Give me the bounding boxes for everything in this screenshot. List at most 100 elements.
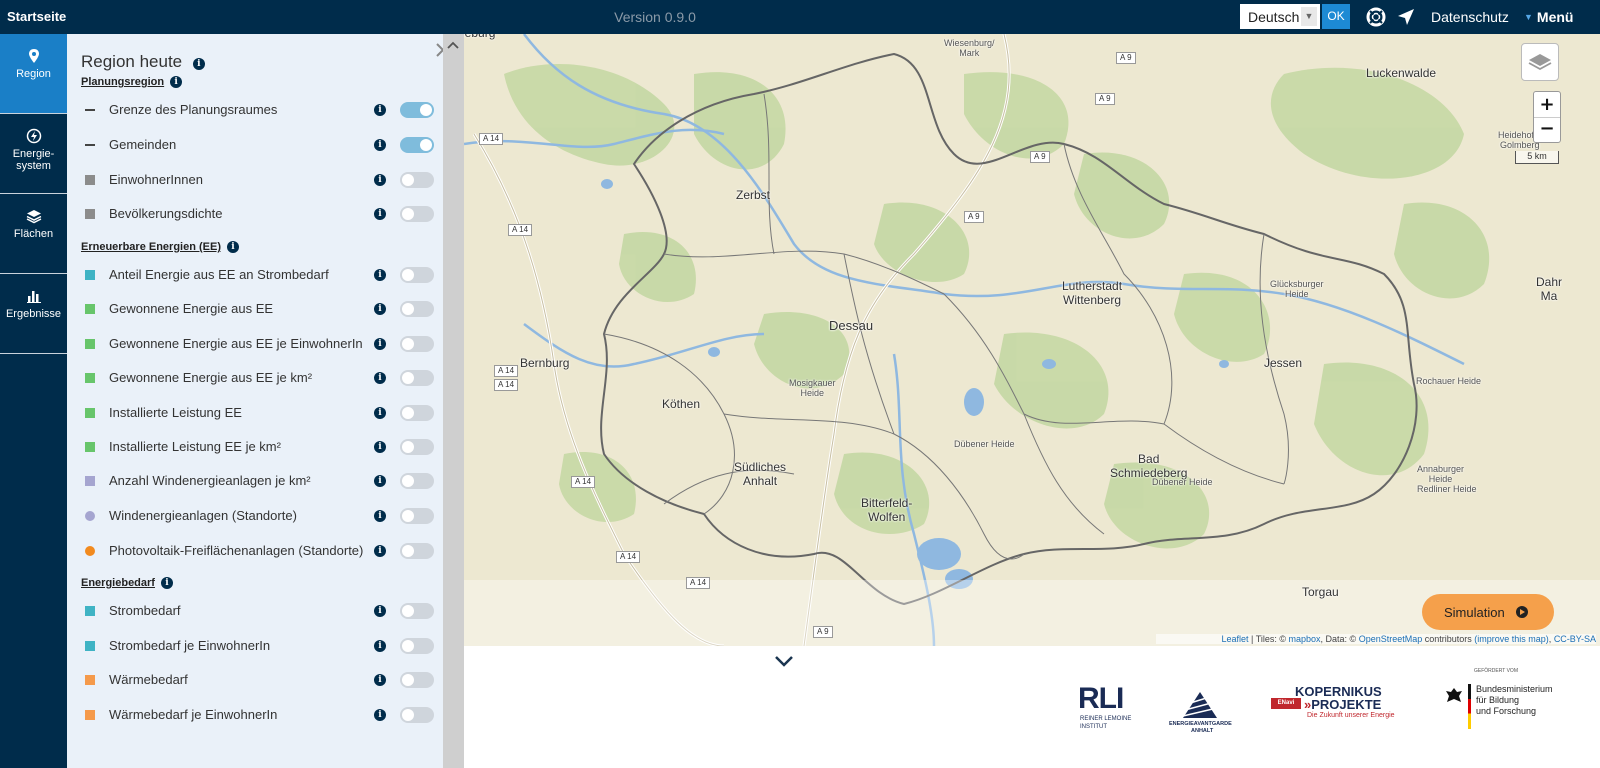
- map-place-label: Bernburg: [520, 356, 570, 370]
- line-legend-icon: [85, 109, 95, 111]
- zoom-in-button[interactable]: +: [1534, 92, 1560, 117]
- privacy-link[interactable]: Datenschutz: [1431, 9, 1509, 25]
- layer-toggle[interactable]: [400, 301, 434, 317]
- section-title: Erneuerbare Energien (EE): [81, 241, 221, 253]
- layer-toggle[interactable]: [400, 336, 434, 352]
- info-icon[interactable]: i: [227, 241, 239, 253]
- nav-item-flaechen[interactable]: Flächen: [0, 194, 67, 274]
- layer-row: Gewonnene Energie aus EE je EinwohnerIn i: [81, 334, 441, 354]
- road-shield: A 9: [1095, 93, 1115, 105]
- nav-item-region[interactable]: Region: [0, 34, 67, 114]
- info-icon[interactable]: i: [374, 640, 386, 652]
- road-shield: A 14: [508, 224, 533, 236]
- layer-toggle[interactable]: [400, 137, 434, 153]
- info-icon[interactable]: i: [374, 139, 386, 151]
- kopernikus-sub: »PROJEKTE: [1304, 697, 1382, 712]
- map-pin-icon: [28, 49, 39, 63]
- bar-chart-icon: [26, 291, 41, 303]
- layer-row: Bevölkerungsdichte i: [81, 204, 441, 224]
- toggle-knob: [402, 545, 414, 557]
- map-place-label: Zerbst: [736, 188, 771, 202]
- info-icon[interactable]: i: [374, 605, 386, 617]
- square-legend-icon: [85, 175, 95, 185]
- info-icon[interactable]: i: [374, 269, 386, 281]
- improve-map-link[interactable]: (improve this map): [1474, 634, 1549, 644]
- osm-link[interactable]: OpenStreetMap: [1359, 634, 1423, 644]
- nav-item-energiesystem[interactable]: Energie- system: [0, 114, 67, 194]
- map-place-label: Südliches Anhalt: [734, 460, 787, 488]
- layer-row: Installierte Leistung EE je km² i: [81, 437, 441, 457]
- simulation-label: Simulation: [1444, 605, 1505, 620]
- info-icon[interactable]: i: [170, 76, 183, 88]
- leaflet-link[interactable]: Leaflet: [1221, 634, 1248, 644]
- section-heading: Erneuerbare Energien (EE) i: [81, 241, 239, 253]
- info-icon[interactable]: i: [160, 577, 173, 589]
- info-icon[interactable]: i: [374, 475, 386, 487]
- layer-toggle[interactable]: [400, 172, 434, 188]
- toggle-knob: [402, 475, 414, 487]
- info-icon[interactable]: i: [374, 338, 386, 350]
- location-arrow-icon[interactable]: [1395, 6, 1417, 28]
- nav-item-ergebnisse[interactable]: Ergebnisse: [0, 274, 67, 354]
- panel-title-text: Region heute: [81, 52, 183, 71]
- lifebuoy-icon[interactable]: [1365, 6, 1387, 28]
- bmbf-logo[interactable]: GEFÖRDERT VOM Bundesministerium für Bild…: [1444, 668, 1564, 740]
- layer-toggle[interactable]: [400, 508, 434, 524]
- language-ok-button[interactable]: OK: [1322, 4, 1350, 29]
- energieavantgarde-logo[interactable]: ENERGIEAVANTGARDE ANHALT: [1169, 690, 1232, 736]
- info-icon[interactable]: i: [374, 407, 386, 419]
- map-place-label: Wiesenburg/ Mark: [944, 38, 995, 58]
- layer-row: Gewonnene Energie aus EE je km² i: [81, 368, 441, 388]
- info-icon[interactable]: i: [374, 709, 386, 721]
- layer-toggle[interactable]: [400, 439, 434, 455]
- layer-toggle[interactable]: [400, 405, 434, 421]
- main-menu-button[interactable]: ▼ Menü: [1524, 9, 1573, 25]
- mapbox-link[interactable]: mapbox: [1289, 634, 1321, 644]
- kopernikus-logo[interactable]: KOPERNIKUS ENavi »PROJEKTE Die Zukunft u…: [1270, 684, 1395, 724]
- language-select[interactable]: Deutsch ▼: [1240, 4, 1320, 29]
- attribution-text: contributors: [1422, 634, 1475, 644]
- road-shield: A 9: [1030, 151, 1050, 163]
- license-link[interactable]: CC-BY-SA: [1554, 634, 1596, 644]
- map-place-label: Rochauer Heide: [1416, 376, 1482, 386]
- info-icon[interactable]: i: [374, 510, 386, 522]
- layer-toggle[interactable]: [400, 102, 434, 118]
- square-legend-icon: [85, 304, 95, 314]
- zoom-control: + −: [1533, 91, 1561, 143]
- layer-toggle[interactable]: [400, 206, 434, 222]
- section-title: Planungsregion: [81, 76, 165, 88]
- layer-toggle[interactable]: [400, 543, 434, 559]
- simulation-button[interactable]: Simulation: [1422, 594, 1554, 630]
- map-place-label: Mosigkauer Heide: [789, 378, 836, 398]
- layer-toggle[interactable]: [400, 267, 434, 283]
- toggle-knob: [402, 303, 414, 315]
- layer-toggle[interactable]: [400, 370, 434, 386]
- nav-label: Region: [16, 68, 51, 80]
- panel-scrollbar[interactable]: [443, 34, 464, 768]
- layer-row: Windenergieanlagen (Standorte) i: [81, 506, 441, 526]
- info-icon[interactable]: i: [374, 674, 386, 686]
- info-icon[interactable]: i: [374, 174, 386, 186]
- layer-toggle[interactable]: [400, 707, 434, 723]
- layer-toggle[interactable]: [400, 603, 434, 619]
- zoom-out-button[interactable]: −: [1534, 117, 1560, 142]
- info-icon[interactable]: i: [374, 104, 386, 116]
- layer-toggle[interactable]: [400, 638, 434, 654]
- chevron-up-icon[interactable]: [446, 40, 460, 50]
- map-view[interactable]: Zerbst Dessau Lutherstadt Wittenberg Bernbu…: [464, 34, 1600, 646]
- map-place-label: Dübener Heide: [954, 439, 1015, 449]
- home-link[interactable]: Startseite: [7, 9, 66, 24]
- layer-label: Wärmebedarf: [109, 672, 188, 687]
- rli-logo[interactable]: RLI REINER LEMOINE INSTITUT: [1078, 682, 1148, 736]
- layer-toggle[interactable]: [400, 672, 434, 688]
- info-icon[interactable]: i: [374, 303, 386, 315]
- info-icon[interactable]: i: [374, 208, 386, 220]
- info-icon[interactable]: i: [374, 372, 386, 384]
- info-icon[interactable]: i: [192, 58, 205, 70]
- info-icon[interactable]: i: [374, 441, 386, 453]
- info-icon[interactable]: i: [374, 545, 386, 557]
- chevron-down-icon[interactable]: [773, 654, 795, 668]
- layer-switcher-button[interactable]: [1521, 43, 1559, 81]
- layer-toggle[interactable]: [400, 473, 434, 489]
- map-place-label: Redliner Heide: [1417, 484, 1477, 494]
